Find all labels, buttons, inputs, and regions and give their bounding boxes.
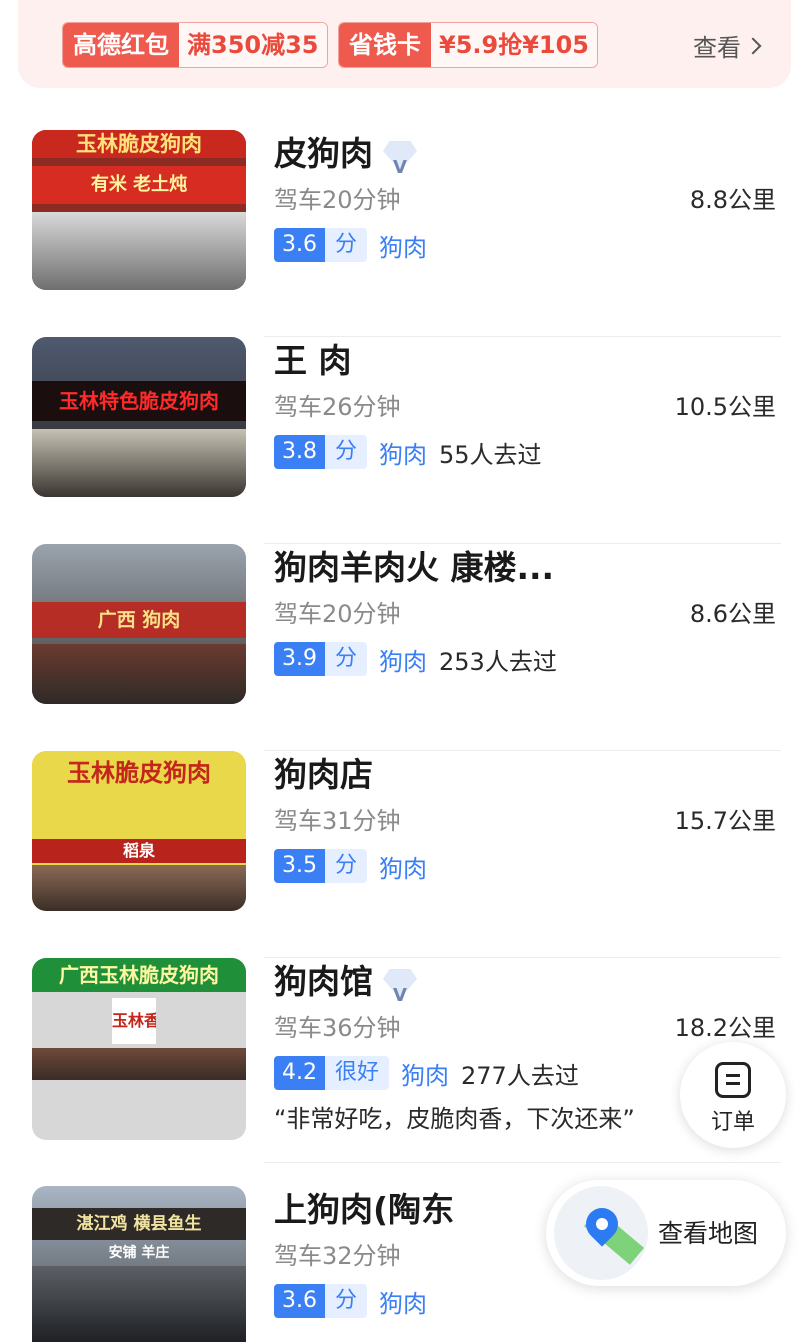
rating-badge: 4.2 很好: [274, 1056, 390, 1090]
drive-time: 驾车20分钟: [274, 186, 401, 214]
category-tag: 狗肉: [401, 1061, 450, 1090]
restaurant-photo: 广西 狗肉: [32, 544, 246, 704]
restaurant-photo: 玉林脆皮狗肉 稻泉: [32, 751, 246, 911]
category-tag: 狗肉: [379, 647, 428, 676]
category-tag: 狗肉: [379, 233, 428, 262]
drive-time: 驾车32分钟: [274, 1242, 401, 1270]
list-item[interactable]: 玉林脆皮狗肉 有米 老土炖 皮狗肉 V 驾车20分钟 8.8公里 3.6 分 狗肉: [0, 130, 809, 337]
restaurant-photo: 湛江鸡 横县鱼生 安铺 羊庄: [32, 1186, 246, 1342]
view-map-button[interactable]: 查看地图: [546, 1180, 786, 1286]
coupon-savings-card[interactable]: 省钱卡 ¥5.9抢¥105: [338, 22, 599, 68]
restaurant-name[interactable]: 狗肉羊肉火 康楼...: [274, 544, 784, 592]
coupon-red-packet[interactable]: 高德红包 满350减35: [62, 22, 328, 68]
rating-badge: 3.5 分: [274, 849, 368, 883]
map-pin-icon: [554, 1186, 648, 1280]
coupon-tag: 高德红包: [63, 23, 179, 67]
distance: 10.5公里: [674, 393, 776, 421]
sign-text: 有米 老土炖: [32, 166, 246, 204]
verified-icon: V: [383, 968, 417, 1006]
chevron-right-icon: [744, 37, 762, 54]
promo-banner[interactable]: 高德红包 满350减35 省钱卡 ¥5.9抢¥105 查看: [18, 0, 791, 88]
sign-text: 广西 狗肉: [32, 602, 246, 638]
restaurant-photo: 玉林脆皮狗肉 有米 老土炖: [32, 130, 246, 290]
restaurant-name[interactable]: 皮狗肉 V: [274, 130, 784, 178]
distance: 8.8公里: [689, 186, 776, 214]
category-tag: 狗肉: [379, 854, 428, 883]
sign-text: 玉林特色脆皮狗肉: [32, 381, 246, 421]
restaurant-name[interactable]: 狗肉店: [274, 751, 784, 799]
visit-count: 55人去过: [439, 440, 542, 469]
visit-count: 253人去过: [439, 647, 557, 676]
order-list-icon: [715, 1062, 751, 1098]
sign-text: 广西玉林脆皮狗肉: [32, 958, 246, 992]
sign-text: 玉林脆皮狗肉: [32, 130, 246, 158]
list-item[interactable]: 玉林脆皮狗肉 稻泉 狗肉店 驾车31分钟 15.7公里 3.5 分 狗肉: [0, 751, 809, 958]
coupon-value: ¥5.9抢¥105: [431, 23, 598, 67]
divider: [264, 1162, 781, 1163]
view-map-label: 查看地图: [658, 1219, 759, 1248]
promo-more-link[interactable]: 查看: [693, 28, 762, 63]
restaurant-photo: 玉林特色脆皮狗肉: [32, 337, 246, 497]
coupon-tag: 省钱卡: [339, 23, 431, 67]
restaurant-name[interactable]: 狗肉馆 V: [274, 958, 784, 1006]
drive-time: 驾车26分钟: [274, 393, 401, 421]
drive-time: 驾车36分钟: [274, 1014, 401, 1042]
category-tag: 狗肉: [379, 1289, 428, 1318]
rating-badge: 3.8 分: [274, 435, 368, 469]
visit-count: 277人去过: [461, 1061, 579, 1090]
orders-button[interactable]: 订单: [680, 1042, 786, 1148]
orders-label: 订单: [710, 1110, 755, 1135]
restaurant-name[interactable]: 王 肉: [274, 337, 784, 385]
rating-badge: 3.6 分: [274, 1284, 368, 1318]
sign-text: 湛江鸡 横县鱼生: [32, 1208, 246, 1240]
drive-time: 驾车20分钟: [274, 600, 401, 628]
sign-text: 玉林香肉: [112, 998, 156, 1044]
sign-text: 稻泉: [32, 839, 246, 863]
sign-text: 玉林脆皮狗肉: [67, 759, 211, 787]
distance: 8.6公里: [689, 600, 776, 628]
sign-text: 安铺 羊庄: [108, 1245, 170, 1261]
restaurant-photo: 广西玉林脆皮狗肉 玉林香肉: [32, 958, 246, 1140]
list-item[interactable]: 玉林特色脆皮狗肉 王 肉 驾车26分钟 10.5公里 3.8 分 狗肉 55人去过: [0, 337, 809, 544]
list-item[interactable]: 广西 狗肉 狗肉羊肉火 康楼... 驾车20分钟 8.6公里 3.9 分 狗肉 25…: [0, 544, 809, 751]
rating-badge: 3.6 分: [274, 228, 368, 262]
rating-badge: 3.9 分: [274, 642, 368, 676]
coupon-value: 满350减35: [179, 23, 327, 67]
drive-time: 驾车31分钟: [274, 807, 401, 835]
verified-icon: V: [383, 140, 417, 178]
category-tag: 狗肉: [379, 440, 428, 469]
promo-more-label: 查看: [693, 34, 741, 62]
distance: 15.7公里: [674, 807, 776, 835]
